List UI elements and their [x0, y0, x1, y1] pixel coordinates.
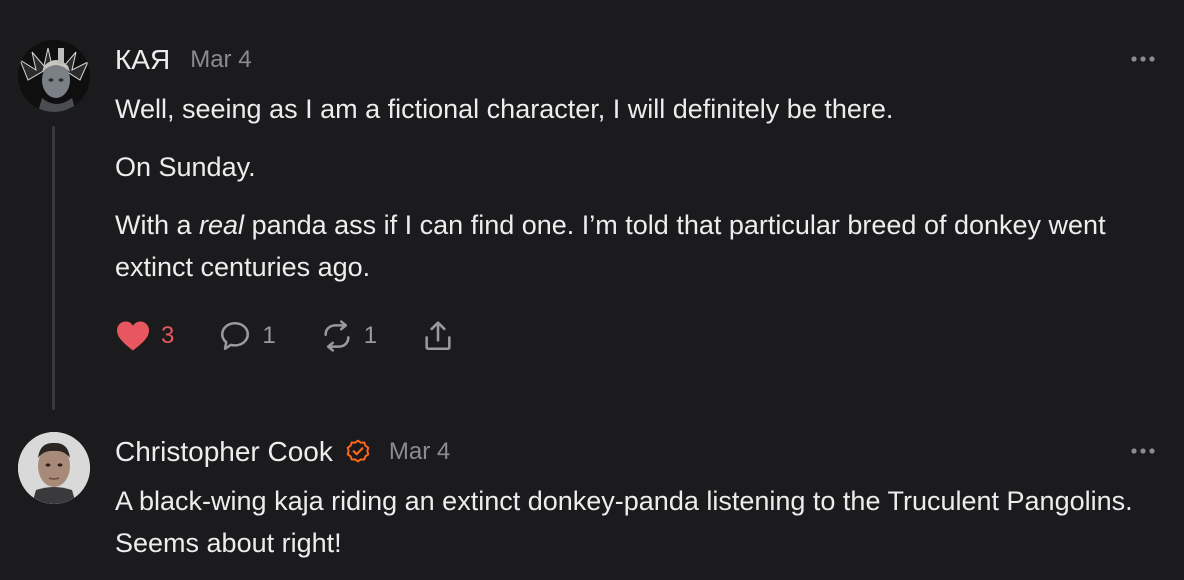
avatar-kaya[interactable]: [18, 40, 90, 112]
comment-date[interactable]: Mar 4: [389, 438, 450, 466]
comment-bubble-icon: [221, 321, 250, 351]
share-button[interactable]: [421, 319, 455, 353]
reply-button[interactable]: 1: [218, 319, 276, 353]
comment-actions: 3 1 1: [115, 316, 499, 356]
verified-badge-icon: [346, 439, 370, 463]
restack-count: 1: [363, 322, 378, 349]
avatar-christopher-cook[interactable]: [18, 432, 90, 504]
heart-icon: [117, 321, 149, 351]
comment-header: Christopher Cook Mar 4: [115, 436, 450, 468]
comment-date[interactable]: Mar 4: [190, 46, 251, 74]
text-span: panda ass if I can find one. I’m told th…: [115, 210, 1106, 282]
more-options-icon[interactable]: [1130, 54, 1156, 64]
comment-paragraph: A black-wing kaja riding an extinct donk…: [115, 486, 1133, 558]
comment-paragraph: Well, seeing as I am a fictional charact…: [115, 94, 894, 124]
comment-header: КАЯ Mar 4: [115, 44, 252, 76]
comment-christopher-cook: Christopher Cook Mar 4 A black-wing kaja…: [0, 400, 1184, 580]
restack-icon: [324, 320, 350, 352]
comment-kaya: КАЯ Mar 4 Well, seeing as I am a fiction…: [0, 0, 1184, 410]
comment-body: Well, seeing as I am a fictional charact…: [115, 88, 1155, 304]
text-span: With a: [115, 210, 200, 240]
author-name[interactable]: Christopher Cook: [115, 436, 333, 468]
like-count: 3: [161, 322, 175, 349]
restack-button[interactable]: 1: [320, 319, 377, 353]
like-button[interactable]: 3: [115, 320, 174, 352]
comment-paragraph: With a real panda ass if I can find one.…: [115, 204, 1155, 288]
comment-paragraph: On Sunday.: [115, 152, 256, 182]
emphasis-text: real: [199, 210, 245, 240]
share-icon: [425, 321, 451, 351]
thread-line: [52, 126, 55, 410]
avatar-kaya-image: [18, 40, 90, 112]
avatar-christopher-cook-image: [18, 432, 90, 504]
author-name[interactable]: КАЯ: [115, 44, 170, 76]
reply-count: 1: [262, 322, 276, 349]
comment-body: A black-wing kaja riding an extinct donk…: [115, 480, 1155, 580]
more-options-icon[interactable]: [1130, 446, 1156, 456]
